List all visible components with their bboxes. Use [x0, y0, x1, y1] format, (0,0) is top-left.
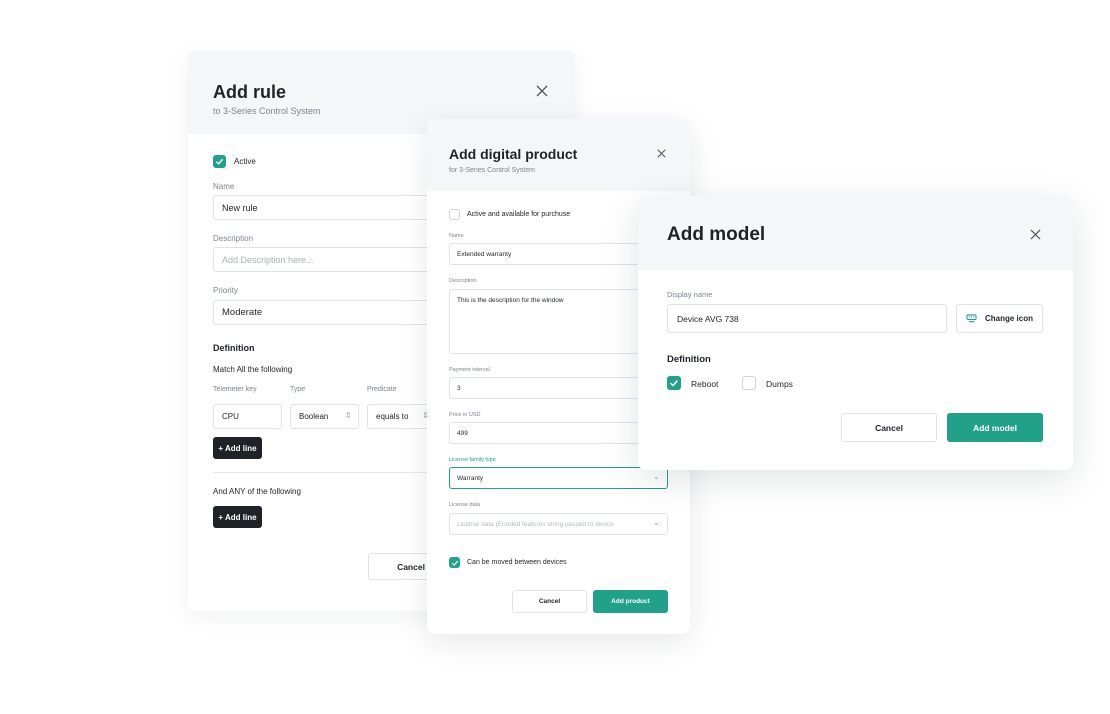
payment-interval-input[interactable]: 3	[449, 377, 668, 399]
add-model-header: Add model	[638, 196, 1073, 270]
name-label: Name	[213, 182, 235, 191]
add-product-subtitle: for 3-Series Control System	[449, 167, 535, 174]
check-icon	[669, 379, 679, 387]
license-type-select[interactable]: Warranty ⌄	[449, 467, 668, 489]
type-select[interactable]: Boolean ⇕	[290, 404, 359, 429]
close-icon[interactable]	[536, 85, 548, 97]
predicate-value: equals to	[376, 412, 409, 421]
license-data-placeholder: License data (Enoded features string pas…	[457, 520, 614, 528]
predicate-select[interactable]: equals to ⇕	[367, 404, 436, 429]
cancel-button[interactable]: Cancel	[841, 413, 937, 442]
available-checkbox[interactable]	[449, 209, 460, 220]
check-icon	[215, 158, 224, 165]
divider	[213, 472, 463, 473]
display-name-input[interactable]: Device AVG 738	[667, 304, 947, 333]
license-data-label: License data	[449, 502, 481, 508]
payment-interval-value: 3	[457, 384, 461, 392]
price-label: Price in USD	[449, 412, 481, 418]
payment-interval-label: Payment interval	[449, 367, 490, 373]
movable-label: Can be moved between devices	[467, 559, 567, 566]
add-line-button-2[interactable]: + Add line	[213, 506, 262, 528]
telemeter-key-value: CPU	[222, 412, 239, 421]
add-model-button[interactable]: Add model	[947, 413, 1043, 442]
description-textarea[interactable]: This is the description for the window	[449, 289, 668, 354]
display-name-value: Device AVG 738	[677, 313, 739, 324]
name-value: Extended warranty	[457, 250, 512, 258]
device-icon	[966, 314, 977, 323]
match-any-text: And ANY of the following	[213, 487, 301, 496]
cancel-button[interactable]: Cancel	[512, 590, 587, 613]
priority-value: Moderate	[222, 307, 263, 318]
column-type: Type	[290, 386, 306, 393]
add-product-title: Add digital product	[449, 146, 578, 162]
name-input[interactable]: New rule	[213, 195, 463, 220]
price-value: 499	[457, 429, 468, 437]
dumps-label: Dumps	[766, 379, 793, 389]
description-placeholder: Add Description here...	[222, 254, 314, 265]
name-input[interactable]: Extended warranty	[449, 243, 668, 265]
chevron-down-icon: ⌄	[653, 518, 660, 527]
description-label: Description	[213, 234, 254, 243]
match-all-text: Match All the following	[213, 365, 293, 374]
display-name-label: Display name	[667, 290, 713, 299]
available-label: Active and available for purchuse	[467, 211, 571, 218]
name-value: New rule	[222, 202, 258, 213]
priority-label: Priority	[213, 286, 238, 295]
definition-heading: Definition	[667, 354, 711, 365]
type-value: Boolean	[299, 412, 329, 421]
close-icon[interactable]	[1030, 229, 1041, 240]
column-telemeter-key: Telemeter key	[213, 386, 257, 393]
dumps-checkbox[interactable]	[742, 376, 756, 390]
reboot-label: Reboot	[691, 379, 719, 389]
license-type-label: License family type	[449, 457, 496, 463]
description-label: Description	[449, 278, 477, 284]
name-label: Name	[449, 233, 464, 239]
description-value: This is the description for the window	[457, 297, 564, 304]
change-icon-button[interactable]: Change icon	[956, 304, 1043, 333]
priority-select[interactable]: Moderate	[213, 300, 463, 325]
add-line-button[interactable]: + Add line	[213, 437, 262, 459]
price-input[interactable]: 499	[449, 422, 668, 444]
check-icon	[451, 560, 458, 566]
close-icon[interactable]	[657, 149, 666, 158]
add-product-header: Add digital product for 3-Series Control…	[427, 119, 690, 191]
add-product-button[interactable]: Add product	[593, 590, 668, 613]
add-rule-title: Add rule	[213, 82, 287, 102]
updown-chevron-icon: ⇕	[345, 411, 352, 420]
change-icon-label: Change icon	[984, 314, 1033, 323]
license-data-select[interactable]: License data (Enoded features string pas…	[449, 513, 668, 535]
active-checkbox[interactable]	[213, 155, 226, 168]
chevron-down-icon: ⌄	[653, 472, 660, 481]
definition-heading: Definition	[213, 343, 255, 353]
active-label: Active	[234, 157, 256, 166]
column-predicate: Predicate	[367, 386, 397, 393]
add-model-title: Add model	[667, 224, 766, 245]
add-rule-subtitle: to 3-Series Control System	[213, 106, 321, 116]
movable-checkbox[interactable]	[449, 557, 460, 568]
telemeter-key-input[interactable]: CPU	[213, 404, 282, 429]
reboot-checkbox[interactable]	[667, 376, 681, 390]
add-model-dialog: Add model Display name Device AVG 738 Ch…	[638, 196, 1073, 470]
license-type-value: Warranty	[457, 474, 484, 482]
description-input[interactable]: Add Description here...	[213, 247, 463, 272]
